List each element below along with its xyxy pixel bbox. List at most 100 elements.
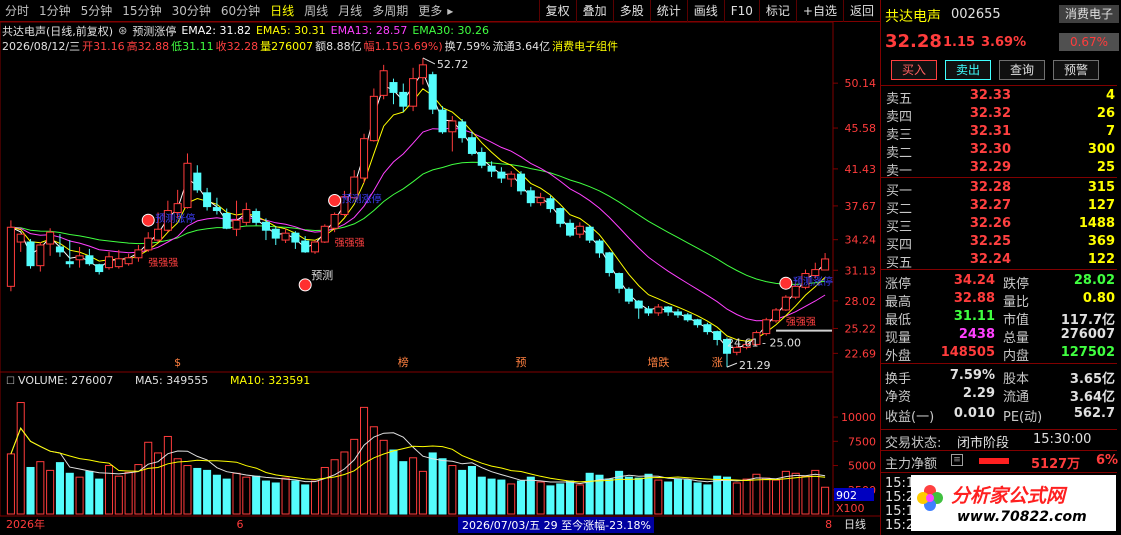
candle-body[interactable] (301, 240, 310, 253)
volume-bar[interactable] (55, 462, 64, 515)
candle-body[interactable] (654, 306, 663, 314)
candle-body[interactable] (418, 64, 427, 79)
volume-bar[interactable] (350, 438, 359, 515)
candle-body[interactable] (546, 198, 555, 210)
volume-bar[interactable] (634, 477, 643, 515)
candle-body[interactable] (713, 331, 722, 340)
candle-body[interactable] (821, 258, 830, 271)
candle-body[interactable] (566, 222, 575, 236)
candle-body[interactable] (310, 241, 320, 253)
toolbar-button-6[interactable]: 标记 (758, 0, 796, 22)
volume-bar[interactable] (320, 466, 329, 515)
buy-button[interactable]: 买入 (891, 60, 937, 80)
candle-body[interactable] (575, 225, 584, 235)
volume-bar[interactable] (673, 478, 682, 515)
candle-body[interactable] (762, 319, 771, 335)
candle-body[interactable] (242, 209, 251, 223)
signal-marker-icon[interactable] (328, 194, 342, 207)
query-button[interactable]: 查询 (999, 60, 1045, 80)
toolbar-button-0[interactable]: 复权 (538, 0, 576, 22)
toolbar-button-7[interactable]: +自选 (795, 0, 843, 22)
volume-bar[interactable] (497, 479, 506, 515)
sector-name[interactable]: 消费电子组件 (552, 38, 618, 54)
candle-body[interactable] (497, 171, 506, 179)
candle-body[interactable] (526, 190, 535, 204)
volume-bar[interactable] (173, 458, 182, 515)
volume-bar[interactable] (477, 476, 486, 515)
ask-row[interactable]: 卖四 32.32 26 (881, 106, 1117, 125)
volume-bar[interactable] (26, 466, 35, 515)
candle-body[interactable] (212, 207, 221, 212)
volume-bar[interactable] (389, 449, 398, 515)
candle-body[interactable] (6, 226, 15, 287)
indicator-settings-icon[interactable]: ⊛ (118, 24, 127, 37)
candle-body[interactable] (438, 109, 447, 133)
volume-bar[interactable] (467, 466, 476, 515)
bid-row[interactable]: 买五 32.24 122 (881, 252, 1117, 271)
volume-bar[interactable] (438, 458, 447, 515)
candle-body[interactable] (399, 91, 408, 107)
candle-body[interactable] (369, 95, 378, 142)
volume-bar[interactable] (781, 470, 790, 515)
candle-body[interactable] (222, 212, 231, 229)
candle-body[interactable] (644, 308, 653, 314)
candle-body[interactable] (467, 137, 476, 154)
volume-bar[interactable] (556, 483, 565, 515)
volume-bar[interactable] (507, 483, 516, 515)
volume-bar[interactable] (203, 469, 212, 515)
period-7[interactable]: 周线 (299, 0, 333, 22)
candle-body[interactable] (624, 288, 633, 302)
volume-bar[interactable] (360, 406, 369, 515)
candle-body[interactable] (458, 121, 467, 139)
ask-row[interactable]: 卖三 32.31 7 (881, 124, 1117, 143)
volume-bar[interactable] (16, 402, 25, 515)
volume-bar[interactable] (772, 479, 781, 515)
candle-body[interactable] (673, 311, 682, 316)
candle-body[interactable] (516, 173, 526, 192)
volume-bar[interactable] (340, 451, 349, 515)
toolbar-button-4[interactable]: 画线 (686, 0, 724, 22)
candle-body[interactable] (46, 231, 55, 245)
volume-bar[interactable] (575, 484, 584, 515)
bid-row[interactable]: 买三 32.26 1488 (881, 216, 1117, 235)
volume-bar[interactable] (428, 452, 437, 515)
volume-bar[interactable] (252, 475, 261, 515)
volume-bar[interactable] (458, 469, 467, 515)
period-4[interactable]: 30分钟 (167, 0, 216, 22)
candle-body[interactable] (477, 151, 486, 166)
volume-bar[interactable] (722, 476, 732, 515)
volume-bar[interactable] (193, 467, 202, 515)
more-arrow-icon[interactable]: ▸ (447, 0, 453, 22)
candle-body[interactable] (683, 314, 692, 321)
toolbar-button-2[interactable]: 多股 (612, 0, 650, 22)
candle-body[interactable] (281, 232, 290, 241)
candle-body[interactable] (379, 70, 388, 96)
candle-body[interactable] (144, 237, 153, 251)
period-10[interactable]: 更多 (413, 0, 447, 22)
candle-body[interactable] (114, 258, 123, 268)
volume-bar[interactable] (683, 479, 692, 515)
volume-bar[interactable] (585, 472, 594, 515)
chart-canvas[interactable]: 50.14 45.58 41.43 37.67 34.24 31.13 28.02 25.22… (0, 0, 880, 535)
volume-bar[interactable] (261, 480, 270, 515)
volume-bar[interactable] (85, 470, 94, 515)
grid-icon[interactable]: ≡ (951, 454, 963, 466)
volume-bar[interactable] (163, 435, 172, 515)
candle-body[interactable] (252, 211, 261, 223)
candle-body[interactable] (664, 306, 673, 313)
candle-body[interactable] (448, 120, 457, 133)
candle-body[interactable] (507, 173, 516, 180)
ask-row[interactable]: 卖二 32.30 300 (881, 142, 1117, 161)
bid-row[interactable]: 买四 32.25 369 (881, 234, 1117, 253)
candle-body[interactable] (193, 172, 202, 191)
candle-body[interactable] (703, 324, 712, 333)
sell-button[interactable]: 卖出 (945, 60, 991, 80)
period-6[interactable]: 日线 (265, 0, 299, 22)
signal-marker-icon[interactable] (141, 213, 155, 227)
volume-bar[interactable] (546, 485, 555, 515)
volume-bar[interactable] (232, 472, 241, 515)
volume-bar[interactable] (144, 441, 153, 515)
indicator-name[interactable]: 预测涨停 (132, 23, 176, 39)
candle-body[interactable] (693, 319, 702, 326)
candle-body[interactable] (409, 78, 418, 107)
